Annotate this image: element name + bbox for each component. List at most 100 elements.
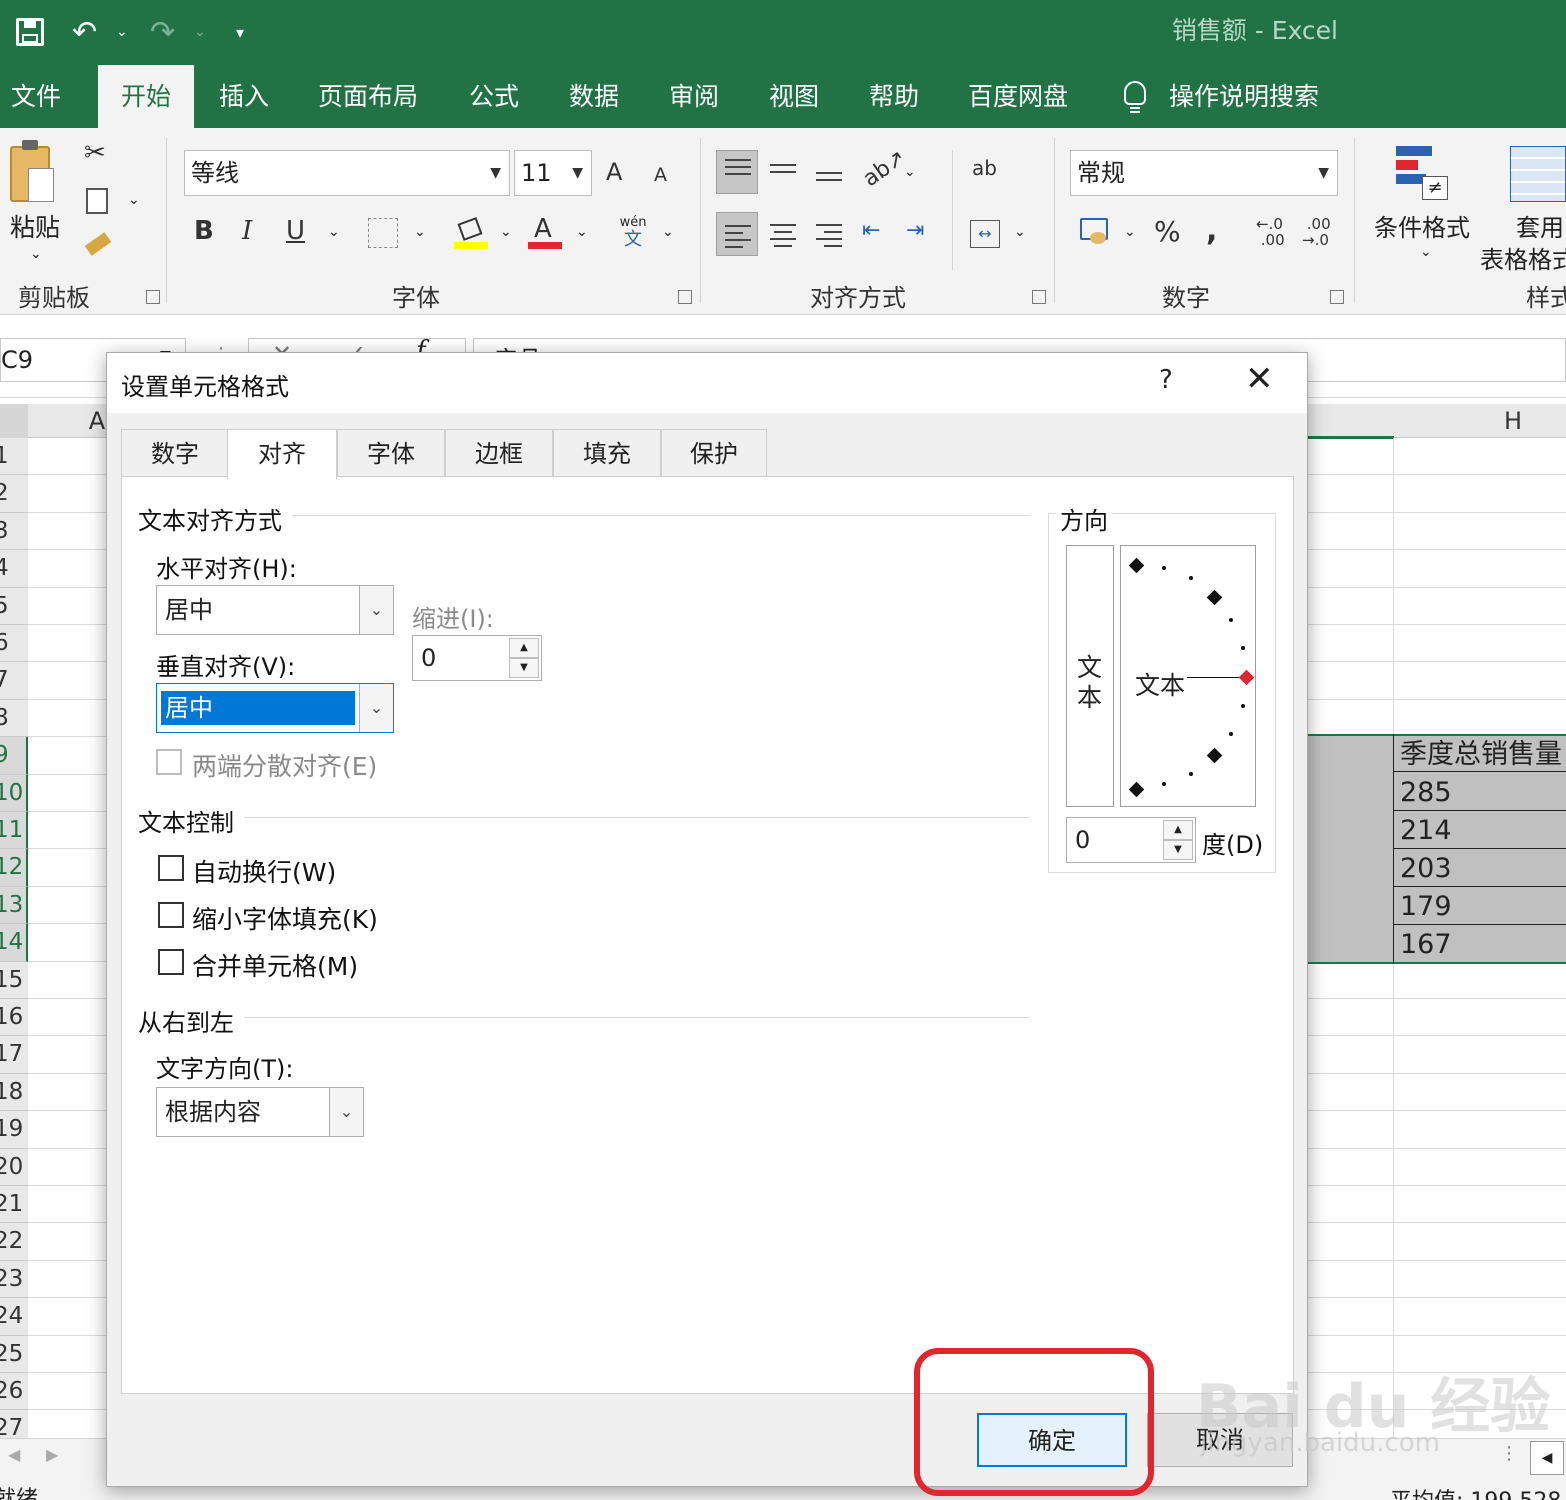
lightbulb-icon[interactable] — [1124, 81, 1146, 105]
copy-icon[interactable] — [86, 188, 108, 214]
tab-baidu-netdisk[interactable]: 百度网盘 — [958, 65, 1078, 128]
increase-indent-icon[interactable]: ⇥ — [906, 220, 924, 242]
font-color-icon[interactable]: A — [528, 214, 562, 250]
comma-style-button[interactable]: , — [1206, 216, 1217, 246]
row-header[interactable]: 22 — [0, 1223, 28, 1261]
font-color-dropdown-icon[interactable]: ⌄ — [576, 224, 588, 240]
sheet-scroll-left-icon[interactable]: ◀ — [8, 1445, 20, 1464]
tell-me-search[interactable]: 操作说明搜索 — [1164, 65, 1324, 128]
fill-color-dropdown-icon[interactable]: ⌄ — [500, 224, 512, 240]
vertical-alignment-select[interactable]: 居中 ⌄ — [156, 683, 394, 733]
tab-file[interactable]: 文件 — [0, 65, 72, 128]
format-as-table-line2[interactable]: 表格格式 — [1480, 240, 1566, 275]
row-header[interactable]: 25 — [0, 1335, 28, 1373]
align-left-button[interactable] — [716, 212, 758, 256]
tab-insert[interactable]: 插入 — [206, 65, 282, 128]
cell-h10[interactable]: 285 — [1394, 774, 1566, 811]
phonetic-guide-icon[interactable]: wén 文 — [618, 216, 648, 250]
row-header[interactable]: 9 — [0, 737, 28, 775]
accounting-format-icon[interactable] — [1080, 218, 1108, 244]
degrees-stepper[interactable]: 0 ▲ ▼ — [1066, 817, 1196, 863]
merge-cells-checkbox[interactable] — [158, 949, 184, 975]
cell-h11[interactable]: 214 — [1394, 812, 1566, 849]
borders-dropdown-icon[interactable]: ⌄ — [414, 224, 426, 240]
increase-decimal-icon[interactable]: ←.0 .00 — [1256, 216, 1285, 248]
conditional-formatting-button[interactable]: 条件格式 — [1374, 208, 1470, 243]
paste-button[interactable]: 粘贴 — [10, 208, 60, 244]
decrease-indent-icon[interactable]: ⇤ — [862, 220, 880, 242]
copy-dropdown-icon[interactable]: ⌄ — [128, 192, 140, 208]
row-header[interactable]: 5 — [0, 587, 28, 625]
row-header[interactable]: 12 — [0, 849, 28, 887]
row-header[interactable]: 6 — [0, 625, 28, 663]
row-header[interactable]: 23 — [0, 1260, 28, 1299]
underline-button[interactable]: U — [286, 218, 305, 244]
format-as-table-icon[interactable] — [1510, 146, 1566, 202]
paste-clipboard-icon[interactable] — [10, 140, 54, 202]
row-header[interactable]: 16 — [0, 999, 28, 1037]
merge-center-icon[interactable]: ↔ — [970, 220, 1000, 248]
row-header[interactable]: 1 — [0, 438, 28, 476]
accounting-dropdown-icon[interactable]: ⌄ — [1124, 224, 1136, 240]
tab-view[interactable]: 视图 — [756, 65, 832, 128]
alignment-launcher-icon[interactable] — [1032, 290, 1046, 304]
row-header[interactable]: 20 — [0, 1148, 28, 1186]
dialog-tab-border[interactable]: 边框 — [445, 429, 553, 477]
row-header[interactable]: 14 — [0, 924, 28, 962]
shrink-to-fit-checkbox[interactable] — [158, 902, 184, 928]
align-center-button[interactable] — [762, 212, 804, 256]
undo-dropdown-icon[interactable]: ⌄ — [116, 0, 128, 65]
tab-page-layout[interactable]: 页面布局 — [308, 65, 428, 128]
font-size-combo[interactable]: 11 ▼ — [514, 150, 592, 196]
align-top-button[interactable] — [716, 150, 758, 194]
cell-h13[interactable]: 179 — [1394, 888, 1566, 925]
tab-data[interactable]: 数据 — [556, 65, 632, 128]
align-right-button[interactable] — [808, 212, 850, 256]
format-painter-icon[interactable] — [84, 232, 112, 256]
cell-h9[interactable]: 季度总销售量 — [1394, 736, 1566, 772]
row-header[interactable]: 26 — [0, 1373, 28, 1411]
bold-button[interactable]: B — [194, 218, 214, 244]
close-icon[interactable]: ✕ — [1245, 359, 1274, 399]
h-scroll-left-icon[interactable]: ◀ — [1530, 1441, 1564, 1475]
format-as-table-line1[interactable]: 套用 — [1516, 208, 1564, 243]
shrink-font-icon[interactable]: A — [654, 166, 667, 185]
vertical-text-button[interactable]: 文 本 — [1066, 545, 1114, 807]
dialog-tab-font[interactable]: 字体 — [337, 429, 445, 477]
row-header[interactable]: 15 — [0, 961, 28, 999]
fill-color-icon[interactable] — [454, 217, 488, 250]
row-header[interactable]: 2 — [0, 475, 28, 513]
indent-stepper[interactable]: 0 ▲ ▼ — [412, 635, 542, 681]
merge-dropdown-icon[interactable]: ⌄ — [1014, 224, 1026, 240]
orientation-dropdown-icon[interactable]: ⌄ — [904, 164, 916, 180]
row-header[interactable]: 8 — [0, 699, 28, 738]
orientation-icon[interactable]: ab↗ — [859, 145, 911, 192]
paste-dropdown-icon[interactable]: ⌄ — [30, 246, 42, 262]
dialog-tab-fill[interactable]: 填充 — [553, 429, 661, 477]
borders-icon[interactable] — [368, 218, 398, 248]
number-format-combo[interactable]: 常规 ▼ — [1070, 150, 1338, 196]
phonetic-dropdown-icon[interactable]: ⌄ — [662, 224, 674, 240]
h-scroll-options-icon[interactable]: ⋮ — [1500, 1443, 1518, 1464]
row-header[interactable]: 19 — [0, 1111, 28, 1149]
row-header[interactable]: 18 — [0, 1073, 28, 1112]
align-bottom-button[interactable] — [808, 150, 850, 194]
dial-pointer-marker[interactable] — [1238, 669, 1255, 686]
stepper-up-icon[interactable]: ▲ — [1163, 820, 1193, 840]
font-name-combo[interactable]: 等线 ▼ — [184, 150, 510, 196]
row-header[interactable]: 11 — [0, 812, 28, 850]
redo-dropdown-icon[interactable]: ⌄ — [194, 0, 206, 65]
tab-help[interactable]: 帮助 — [856, 65, 932, 128]
align-middle-button[interactable] — [762, 150, 804, 194]
row-header[interactable]: 24 — [0, 1298, 28, 1336]
redo-icon[interactable]: ↷ — [150, 0, 175, 65]
text-direction-select[interactable]: 根据内容 ⌄ — [156, 1087, 364, 1137]
clipboard-launcher-icon[interactable] — [146, 290, 160, 304]
horizontal-alignment-select[interactable]: 居中 ⌄ — [156, 585, 394, 635]
italic-button[interactable]: I — [242, 218, 252, 244]
underline-dropdown-icon[interactable]: ⌄ — [328, 224, 340, 240]
row-header[interactable]: 4 — [0, 550, 28, 588]
grow-font-icon[interactable]: A — [606, 160, 622, 184]
tab-review[interactable]: 审阅 — [656, 65, 732, 128]
cut-icon[interactable]: ✂ — [84, 140, 106, 166]
